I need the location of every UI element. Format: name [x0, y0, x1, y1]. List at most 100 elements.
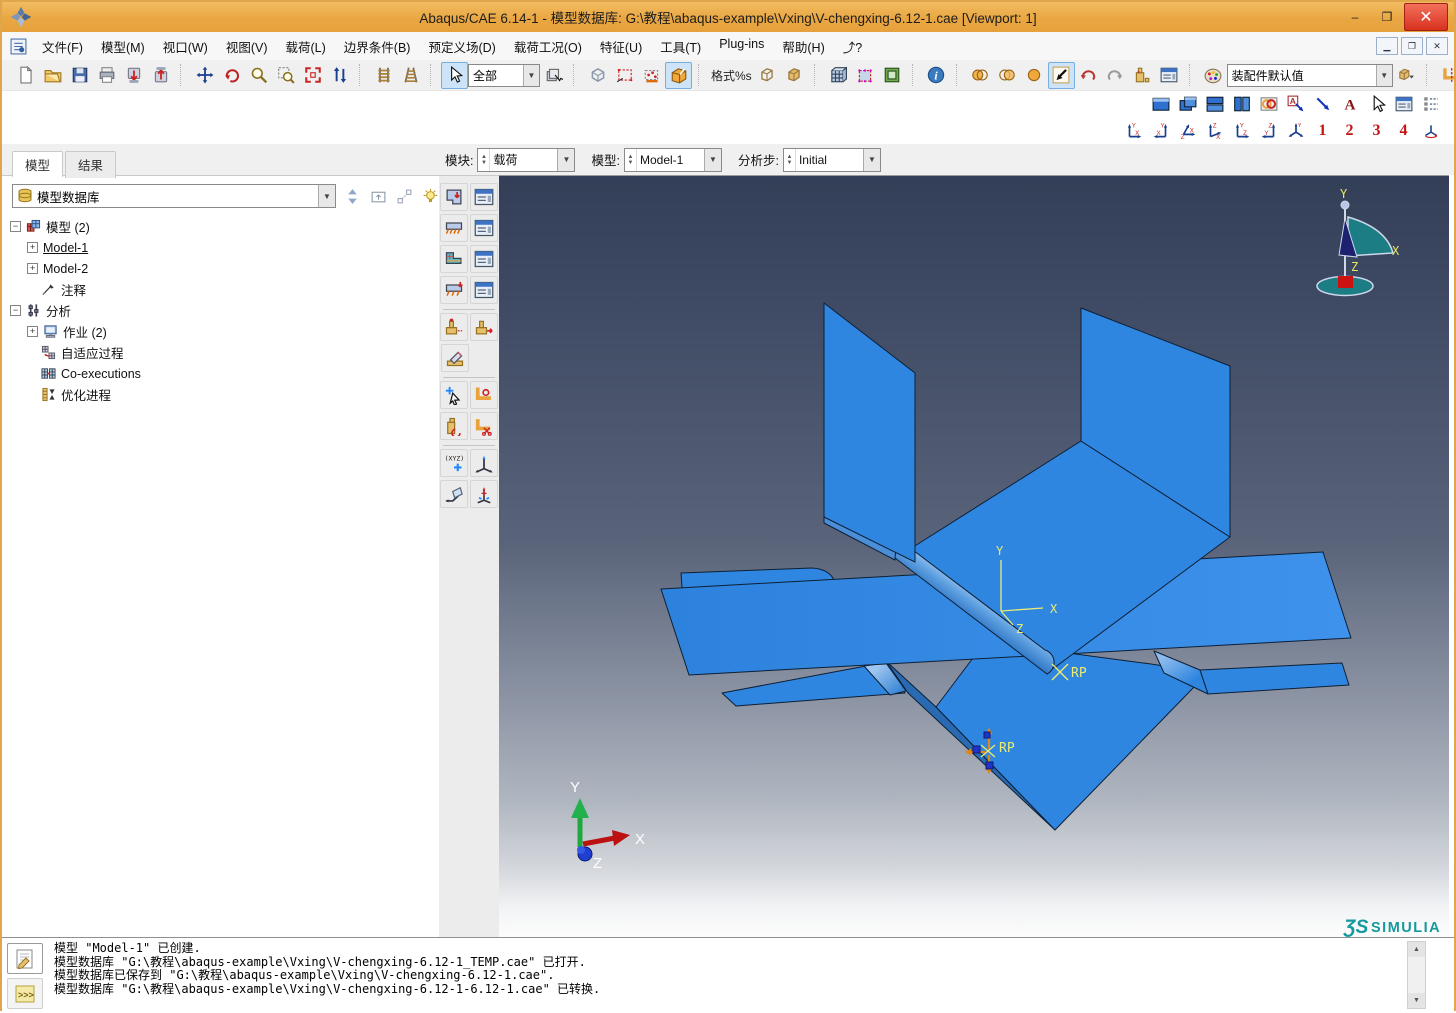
manager-icon[interactable]	[470, 276, 498, 304]
collapse-icon[interactable]: −	[10, 305, 21, 316]
kernel-cli-tab[interactable]: >>>	[7, 978, 43, 1009]
chevron-down-icon[interactable]: ▼	[863, 149, 880, 171]
menu-载荷工况O[interactable]: 载荷工况(O)	[505, 37, 591, 56]
chevron-down-icon[interactable]: ▼	[704, 149, 721, 171]
manager-icon[interactable]	[470, 183, 498, 211]
tree-item-Model-2[interactable]: +Model-2	[6, 258, 435, 279]
menu-视图V[interactable]: 视图(V)	[217, 37, 277, 56]
collapse-folder-icon[interactable]	[368, 186, 388, 206]
annot-text-icon[interactable]: A	[1336, 90, 1363, 117]
maximize-button[interactable]: ❐	[1372, 6, 1402, 28]
zoom-box-icon[interactable]	[272, 62, 299, 89]
data-table-icon[interactable]	[1156, 62, 1183, 89]
menu-帮助H[interactable]: 帮助(H)	[773, 37, 833, 56]
amp-edit-icon[interactable]	[470, 313, 498, 341]
vp-tile-h-icon[interactable]	[1201, 90, 1228, 117]
die-right-slope-face[interactable]	[936, 642, 1195, 830]
mesh-seed-icon[interactable]	[852, 62, 879, 89]
probe-1-icon[interactable]	[370, 62, 397, 89]
sketch-edit-icon[interactable]	[611, 62, 638, 89]
annot-pointer-icon[interactable]: A	[1282, 90, 1309, 117]
db-import-icon[interactable]	[120, 62, 147, 89]
select-cursor-icon[interactable]	[441, 62, 468, 89]
bc-create-icon[interactable]	[440, 214, 468, 242]
model-combo[interactable]: ▲▼ Model-1 ▼	[624, 148, 722, 172]
expand-icon[interactable]: +	[27, 242, 38, 253]
manager-icon[interactable]	[470, 214, 498, 242]
die-right-flange-face[interactable]	[1200, 663, 1349, 694]
close-button[interactable]: ✕	[1404, 3, 1448, 31]
tree-item-分析[interactable]: −分析	[6, 300, 435, 321]
tree-item-Co-executions[interactable]: Co-executions	[6, 363, 435, 384]
view-rotate-icon[interactable]	[1417, 117, 1444, 144]
chevron-down-icon[interactable]: ▼	[523, 65, 539, 86]
annot-arrow-icon[interactable]	[1309, 90, 1336, 117]
undo-icon[interactable]	[1075, 62, 1102, 89]
mesh-cube-icon[interactable]	[825, 62, 852, 89]
punch-left-flange[interactable]	[824, 303, 915, 562]
axis-plane-icon[interactable]	[440, 480, 468, 508]
expand-icon[interactable]: +	[27, 263, 38, 274]
rotate-view-icon[interactable]	[218, 62, 245, 89]
ref-point-icon[interactable]	[470, 381, 498, 409]
sketch-corner-icon[interactable]	[1437, 62, 1456, 89]
zoom-in-icon[interactable]	[245, 62, 272, 89]
tree-item-模型(2)[interactable]: −模型 (2)	[6, 216, 435, 237]
menu-文件F[interactable]: 文件(F)	[33, 37, 92, 56]
cut-tool-icon[interactable]	[470, 412, 498, 440]
fit-view-icon[interactable]	[299, 62, 326, 89]
menu-视口W[interactable]: 视口(W)	[154, 37, 217, 56]
toolbar-combo[interactable]: 全部▼	[468, 64, 540, 87]
scroll-up-icon[interactable]: ▲	[1408, 942, 1425, 957]
select-group-icon[interactable]	[540, 62, 567, 89]
amp-tools-icon[interactable]	[441, 344, 469, 372]
save-file-icon[interactable]	[66, 62, 93, 89]
palette-icon[interactable]	[1200, 62, 1227, 89]
spinner-icon[interactable]: ▲▼	[625, 149, 637, 171]
tree-item-优化进程[interactable]: 优化进程	[6, 384, 435, 405]
datum-points-icon[interactable]	[638, 62, 665, 89]
viewport-canvas[interactable]: RP Y X Z RP Y X Z	[499, 175, 1449, 938]
mesh-part-icon[interactable]	[879, 62, 906, 89]
mdi-close-button[interactable]: ✕	[1426, 37, 1448, 55]
menu-模型M[interactable]: 模型(M)	[92, 37, 154, 56]
amp-create-icon[interactable]	[440, 313, 468, 341]
vp-single-icon[interactable]	[1147, 90, 1174, 117]
spinner-icon[interactable]: ▲▼	[478, 149, 490, 171]
model-database-combo[interactable]: 模型数据库 ▼	[12, 184, 336, 208]
field-create-icon[interactable]	[440, 245, 468, 273]
xyz-point-icon[interactable]: (XYZ)	[440, 449, 468, 477]
view-2-button[interactable]: 2	[1336, 117, 1363, 144]
vp-link-icon[interactable]	[1255, 90, 1282, 117]
context-help-icon[interactable]: ⤴?	[834, 32, 871, 60]
chevron-down-icon[interactable]: ▼	[557, 149, 574, 171]
toolbar-combo[interactable]: 装配件默认值▼	[1227, 64, 1393, 87]
vp-tile-v-icon[interactable]	[1228, 90, 1255, 117]
print-icon[interactable]	[93, 62, 120, 89]
cube-dropdown-icon[interactable]	[1393, 62, 1420, 89]
load-create-icon[interactable]	[440, 183, 468, 211]
document-icon[interactable]	[10, 38, 27, 55]
message-area-tab[interactable]	[7, 943, 43, 974]
menu-边界条件B[interactable]: 边界条件(B)	[335, 37, 420, 56]
zoom-updown-icon[interactable]	[326, 62, 353, 89]
probe-2-icon[interactable]	[397, 62, 424, 89]
axis-marks-icon[interactable]	[470, 480, 498, 508]
annot-manager-icon[interactable]	[1390, 90, 1417, 117]
view-3-button[interactable]: 3	[1363, 117, 1390, 144]
mdi-restore-button[interactable]: ❐	[1401, 37, 1423, 55]
circle-solid-icon[interactable]	[1021, 62, 1048, 89]
spinner-icon[interactable]: ▲▼	[784, 149, 796, 171]
case-create-icon[interactable]	[440, 276, 468, 304]
view-axis-6-icon[interactable]: ZY	[1255, 117, 1282, 144]
annot-list-icon[interactable]	[1417, 90, 1444, 117]
expand-icon[interactable]: +	[27, 326, 38, 337]
link-tree-icon[interactable]	[394, 186, 414, 206]
message-scrollbar[interactable]: ▲ ▼	[1407, 941, 1426, 1009]
info-icon[interactable]: i	[923, 62, 950, 89]
circle-union-icon[interactable]	[967, 62, 994, 89]
circle-intersect-icon[interactable]	[994, 62, 1021, 89]
tree-item-Model-1[interactable]: +Model-1	[6, 237, 435, 258]
mdi-minimize-button[interactable]: ▁	[1376, 37, 1398, 55]
view-iso-icon[interactable]: Y	[1282, 117, 1309, 144]
